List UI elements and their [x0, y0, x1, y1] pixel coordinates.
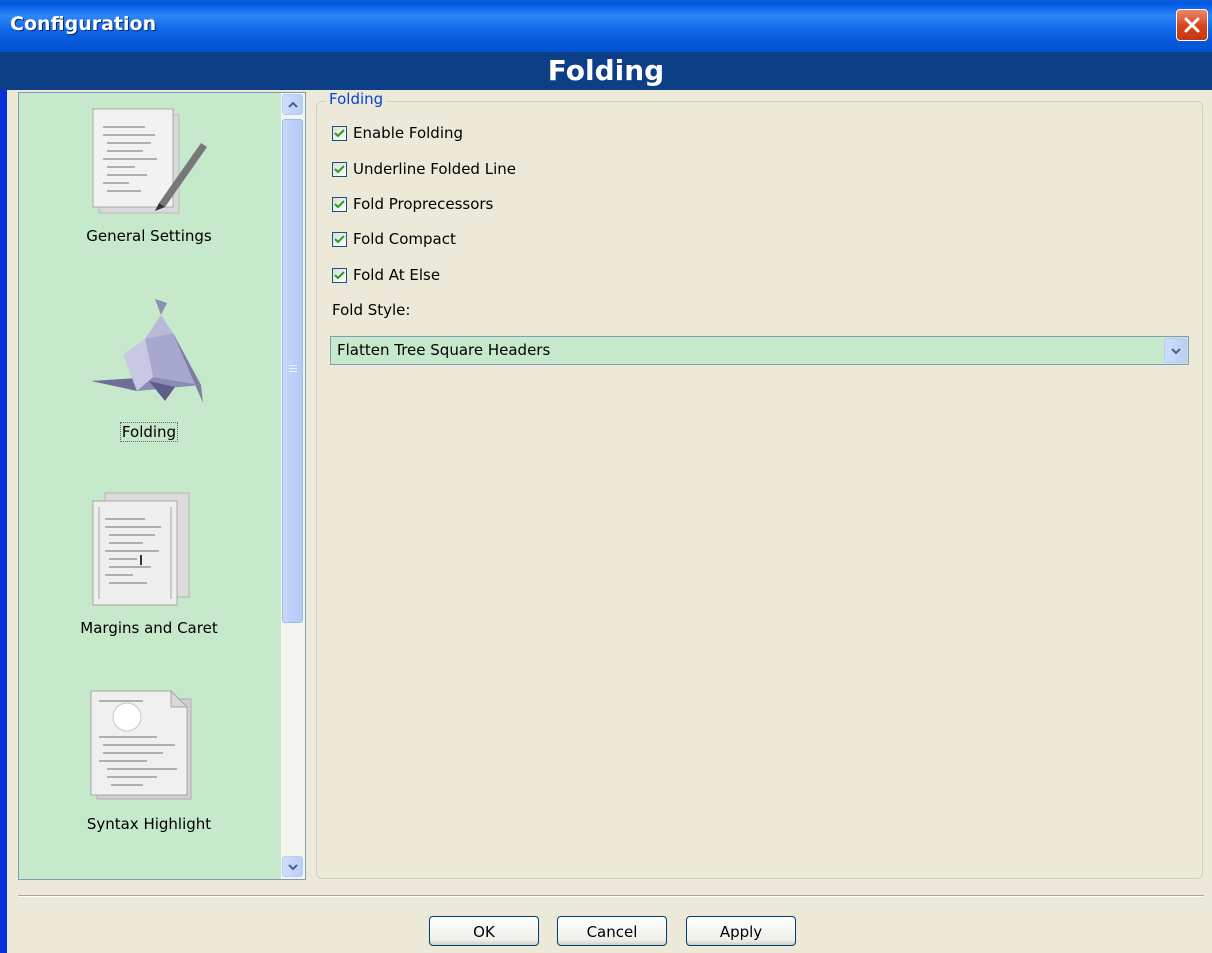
checkbox-box[interactable] — [332, 126, 347, 141]
folding-group-box — [316, 101, 1203, 879]
window-title: Configuration — [10, 13, 157, 35]
checkmark-icon — [334, 165, 345, 174]
chevron-up-icon — [288, 101, 298, 108]
checkbox-box[interactable] — [332, 197, 347, 212]
configuration-window: Configuration Folding General Settings F… — [0, 0, 1212, 953]
section-heading: Folding — [547, 54, 665, 87]
sidebar-item-general-settings[interactable]: General Settings — [19, 93, 279, 289]
window-left-border — [0, 90, 7, 953]
checkbox-box[interactable] — [332, 268, 347, 283]
checkbox-label: Fold At Else — [353, 266, 441, 284]
checkbox-label: Underline Folded Line — [353, 160, 516, 178]
scroll-down-button[interactable] — [282, 856, 303, 877]
scroll-thumb[interactable] — [282, 119, 303, 623]
fold-style-label: Fold Style: — [332, 301, 411, 319]
apply-button[interactable]: Apply — [686, 916, 796, 946]
sidebar-item-margins-and-caret[interactable]: Margins and Caret — [19, 485, 279, 681]
chevron-down-icon — [1171, 348, 1181, 355]
category-list: General Settings Folding Margins and Car… — [18, 92, 306, 880]
ok-button[interactable]: OK — [429, 916, 539, 946]
checkmark-icon — [334, 235, 345, 244]
checkmark-icon — [334, 271, 345, 280]
sidebar-item-label: Folding — [19, 422, 279, 442]
checkbox-label: Fold Compact — [353, 230, 456, 248]
sidebar-item-label: Syntax Highlight — [86, 815, 212, 833]
sidebar-item-label: General Settings — [86, 227, 212, 245]
sidebar-item-folding[interactable]: Folding — [19, 289, 279, 485]
checkbox-box[interactable] — [332, 232, 347, 247]
checkmark-icon — [334, 129, 345, 138]
scroll-up-button[interactable] — [282, 94, 303, 115]
footer-separator — [18, 895, 1204, 897]
checkbox-label: Enable Folding — [353, 124, 464, 142]
scroll-thumb-grip — [289, 365, 297, 375]
checkbox-label: Fold Proprecessors — [353, 195, 494, 213]
checkbox-box[interactable] — [332, 162, 347, 177]
sidebar-item-syntax-highlight[interactable]: Syntax Highlight — [19, 681, 279, 877]
margins-caret-icon — [92, 492, 190, 606]
fold-style-select[interactable]: Flatten Tree Square Headers — [330, 336, 1189, 365]
section-header: Folding — [0, 52, 1212, 90]
chevron-down-icon — [288, 864, 298, 871]
syntax-highlight-icon — [90, 689, 192, 800]
folding-origami-icon — [91, 299, 203, 403]
checkmark-icon — [334, 200, 345, 209]
close-icon — [1184, 17, 1200, 33]
fold-style-value: Flatten Tree Square Headers — [337, 341, 551, 359]
close-button[interactable] — [1176, 9, 1208, 41]
group-title: Folding — [326, 90, 387, 108]
selected-item-label: Folding — [119, 422, 179, 442]
sidebar-item-label: Margins and Caret — [80, 619, 218, 637]
cancel-button[interactable]: Cancel — [557, 916, 667, 946]
sidebar-scrollbar[interactable] — [281, 93, 305, 879]
general-settings-icon — [92, 108, 207, 214]
dropdown-button[interactable] — [1164, 338, 1187, 363]
title-bar[interactable]: Configuration — [0, 0, 1212, 52]
